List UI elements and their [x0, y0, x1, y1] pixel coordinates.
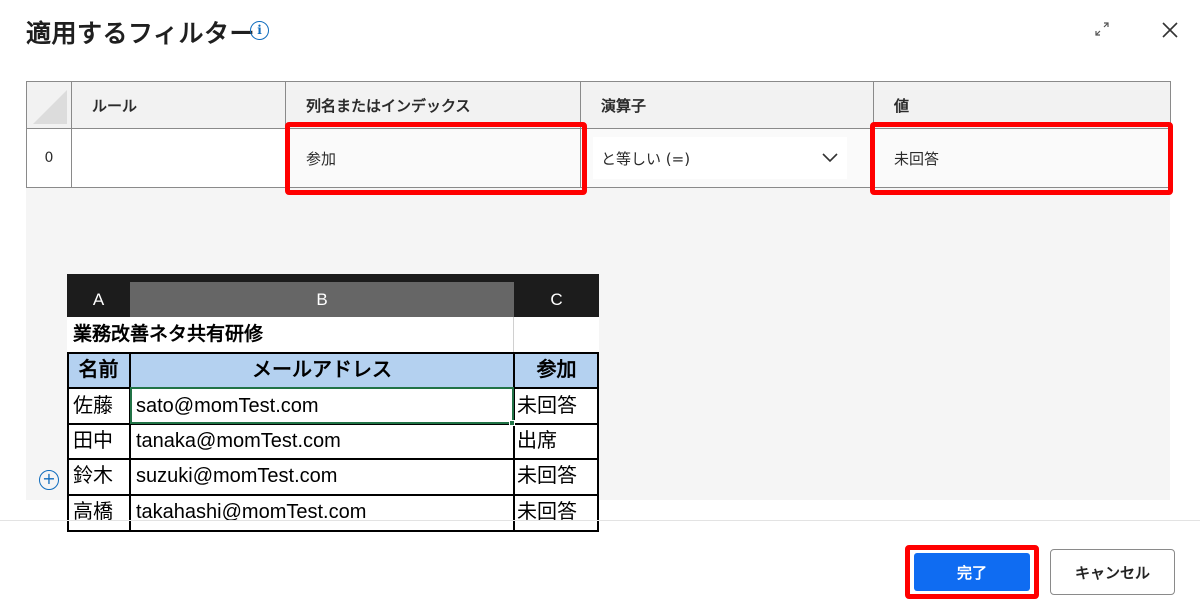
filter-rules-table: ルール 列名またはインデックス 演算子 値 0 参加 と等しい (=) 未回答 [26, 81, 1171, 188]
sheet-cell: 佐藤 [73, 395, 113, 417]
col-header-a: A [67, 282, 130, 317]
sheet-cell: 鈴木 [73, 465, 113, 487]
sheet-cell: takahashi@momTest.com [136, 501, 367, 523]
sheet-cell: 未回答 [517, 501, 577, 523]
header-value: 値 [873, 81, 1171, 129]
sheet-title: 業務改善ネタ共有研修 [73, 324, 264, 345]
sheet-cell: 出席 [517, 430, 557, 452]
sheet-header-email: メールアドレス [252, 359, 392, 381]
sheet-cell: 高橋 [73, 501, 113, 523]
chevron-down-icon [822, 153, 838, 163]
col-header-c: C [514, 282, 599, 317]
row-index: 0 [26, 128, 72, 188]
cancel-button[interactable]: キャンセル [1050, 549, 1175, 595]
sheet-header-attend: 参加 [536, 359, 577, 381]
column-name-input[interactable]: 参加 [285, 128, 581, 188]
sheet-cell: tanaka@momTest.com [136, 430, 341, 452]
header-operator: 演算子 [580, 81, 874, 129]
selected-cell-outline [130, 387, 514, 424]
sheet-cell: 未回答 [517, 395, 577, 417]
spreadsheet-screenshot: A B C 業務改善ネタ共有研修 名前 メールアドレス 参加 佐藤 sato@m… [67, 274, 599, 532]
sheet-cell: 未回答 [517, 465, 577, 487]
header-column: 列名またはインデックス [285, 81, 581, 129]
close-icon[interactable] [1159, 19, 1181, 41]
col-header-b: B [130, 282, 514, 317]
sheet-cell: 田中 [73, 430, 113, 452]
sheet-cell: suzuki@momTest.com [136, 465, 338, 487]
operator-select[interactable]: と等しい (=) [593, 137, 847, 179]
sheet-header-name: 名前 [78, 359, 119, 381]
expand-icon[interactable] [1092, 19, 1112, 39]
dialog-title: 適用するフィルター [26, 19, 256, 48]
operator-value: と等しい (=) [601, 149, 691, 168]
footer-divider [0, 520, 1200, 521]
select-all-corner[interactable] [26, 81, 72, 129]
info-icon[interactable]: i [250, 21, 269, 40]
add-circle-icon[interactable]: + [39, 470, 59, 490]
done-button[interactable]: 完了 [914, 553, 1030, 591]
rule-row: 0 参加 と等しい (=) 未回答 [26, 128, 1171, 188]
value-input[interactable]: 未回答 [873, 128, 1171, 188]
rule-cell[interactable] [71, 128, 286, 188]
header-rule: ルール [71, 81, 286, 129]
